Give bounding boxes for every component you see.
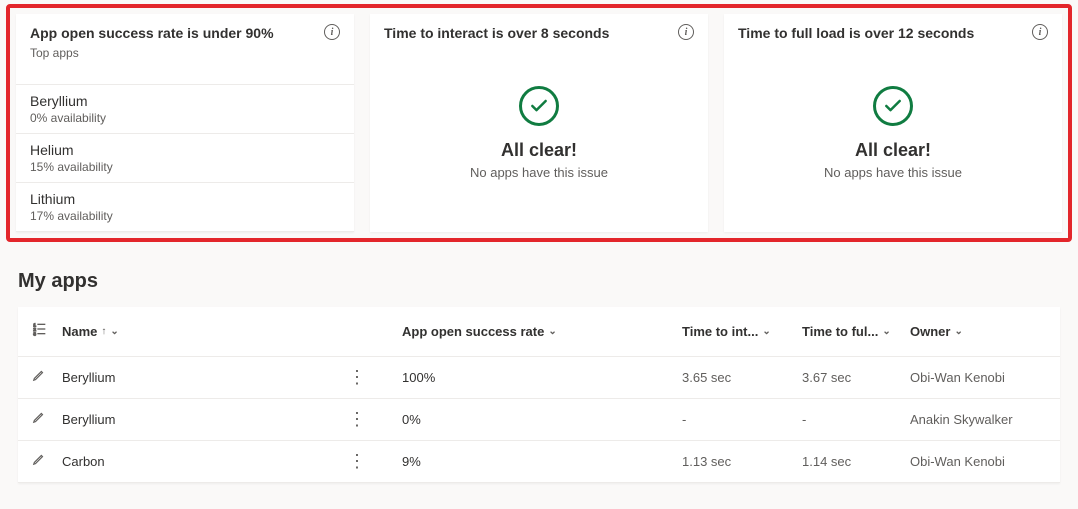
card-success-rate: App open success rate is under 90% i Top… <box>16 14 354 232</box>
table-row[interactable]: Beryllium ⋮ 100% 3.65 sec 3.67 sec Obi-W… <box>18 357 1060 399</box>
info-icon[interactable]: i <box>678 24 694 40</box>
app-availability: 15% availability <box>30 160 340 174</box>
all-clear-block: All clear! No apps have this issue <box>724 46 1062 180</box>
success-cell: 9% <box>402 454 682 469</box>
column-label: Owner <box>910 324 950 339</box>
column-label: Name <box>62 324 97 339</box>
kebab-menu-icon[interactable]: ⋮ <box>348 409 392 430</box>
column-label: Time to int... <box>682 324 758 339</box>
app-name-cell: Beryllium <box>62 370 115 385</box>
number-list-icon[interactable]: 123 <box>32 321 52 342</box>
all-clear-title: All clear! <box>501 140 577 161</box>
edit-icon[interactable] <box>32 452 50 471</box>
all-clear-subtitle: No apps have this issue <box>470 165 608 180</box>
column-header-success[interactable]: App open success rate ⌄ <box>402 324 682 339</box>
checkmark-icon <box>873 86 913 126</box>
sort-up-icon: ↑ <box>101 326 106 337</box>
time-interact-cell: 3.65 sec <box>682 370 802 385</box>
owner-cell: Obi-Wan Kenobi <box>910 454 1070 469</box>
app-name: Helium <box>30 142 340 158</box>
owner-cell: Anakin Skywalker <box>910 412 1070 427</box>
column-header-time-full[interactable]: Time to ful... ⌄ <box>802 324 910 339</box>
column-header-time-interact[interactable]: Time to int... ⌄ <box>682 324 802 339</box>
all-clear-title: All clear! <box>855 140 931 161</box>
svg-text:3: 3 <box>33 332 36 337</box>
table-header-row: 123 Name ↑ ⌄ App open success rate ⌄ Tim… <box>18 307 1060 357</box>
top-apps-list: Beryllium 0% availability Helium 15% ava… <box>16 84 354 232</box>
app-name: Lithium <box>30 191 340 207</box>
edit-icon[interactable] <box>32 368 50 387</box>
app-name-cell: Carbon <box>62 454 105 469</box>
my-apps-table: 123 Name ↑ ⌄ App open success rate ⌄ Tim… <box>18 307 1060 483</box>
column-label: Time to ful... <box>802 324 878 339</box>
column-header-name[interactable]: Name ↑ ⌄ <box>62 324 402 339</box>
checkmark-icon <box>519 86 559 126</box>
table-row[interactable]: Beryllium ⋮ 0% - - Anakin Skywalker <box>18 399 1060 441</box>
chevron-down-icon: ⌄ <box>762 326 770 337</box>
section-title-my-apps: My apps <box>18 270 1060 293</box>
chevron-down-icon: ⌄ <box>548 326 556 337</box>
app-availability: 0% availability <box>30 111 340 125</box>
column-label: App open success rate <box>402 324 544 339</box>
success-cell: 100% <box>402 370 682 385</box>
app-availability: 17% availability <box>30 209 340 223</box>
owner-cell: Obi-Wan Kenobi <box>910 370 1070 385</box>
card-title: Time to interact is over 8 seconds <box>384 24 609 42</box>
all-clear-block: All clear! No apps have this issue <box>370 46 708 180</box>
chevron-down-icon: ⌄ <box>954 326 962 337</box>
all-clear-subtitle: No apps have this issue <box>824 165 962 180</box>
card-title: App open success rate is under 90% <box>30 24 274 42</box>
card-time-interact: Time to interact is over 8 seconds i All… <box>370 14 708 232</box>
app-name: Beryllium <box>30 93 340 109</box>
chevron-down-icon: ⌄ <box>110 326 118 337</box>
chevron-down-icon: ⌄ <box>882 326 890 337</box>
table-row[interactable]: Carbon ⋮ 9% 1.13 sec 1.14 sec Obi-Wan Ke… <box>18 441 1060 483</box>
kebab-menu-icon[interactable]: ⋮ <box>348 367 392 388</box>
time-interact-cell: - <box>682 412 802 427</box>
card-time-full-load: Time to full load is over 12 seconds i A… <box>724 14 1062 232</box>
time-interact-cell: 1.13 sec <box>682 454 802 469</box>
highlighted-cards-region: App open success rate is under 90% i Top… <box>6 4 1072 242</box>
info-icon[interactable]: i <box>1032 24 1048 40</box>
list-item[interactable]: Beryllium 0% availability <box>16 84 354 133</box>
edit-icon[interactable] <box>32 410 50 429</box>
success-cell: 0% <box>402 412 682 427</box>
time-full-cell: 3.67 sec <box>802 370 910 385</box>
info-icon[interactable]: i <box>324 24 340 40</box>
app-name-cell: Beryllium <box>62 412 115 427</box>
time-full-cell: 1.14 sec <box>802 454 910 469</box>
card-subtitle: Top apps <box>16 46 354 66</box>
time-full-cell: - <box>802 412 910 427</box>
card-title: Time to full load is over 12 seconds <box>738 24 974 42</box>
list-item[interactable]: Helium 15% availability <box>16 133 354 182</box>
kebab-menu-icon[interactable]: ⋮ <box>348 451 392 472</box>
list-item[interactable]: Lithium 17% availability <box>16 182 354 232</box>
column-header-owner[interactable]: Owner ⌄ <box>910 324 1070 339</box>
